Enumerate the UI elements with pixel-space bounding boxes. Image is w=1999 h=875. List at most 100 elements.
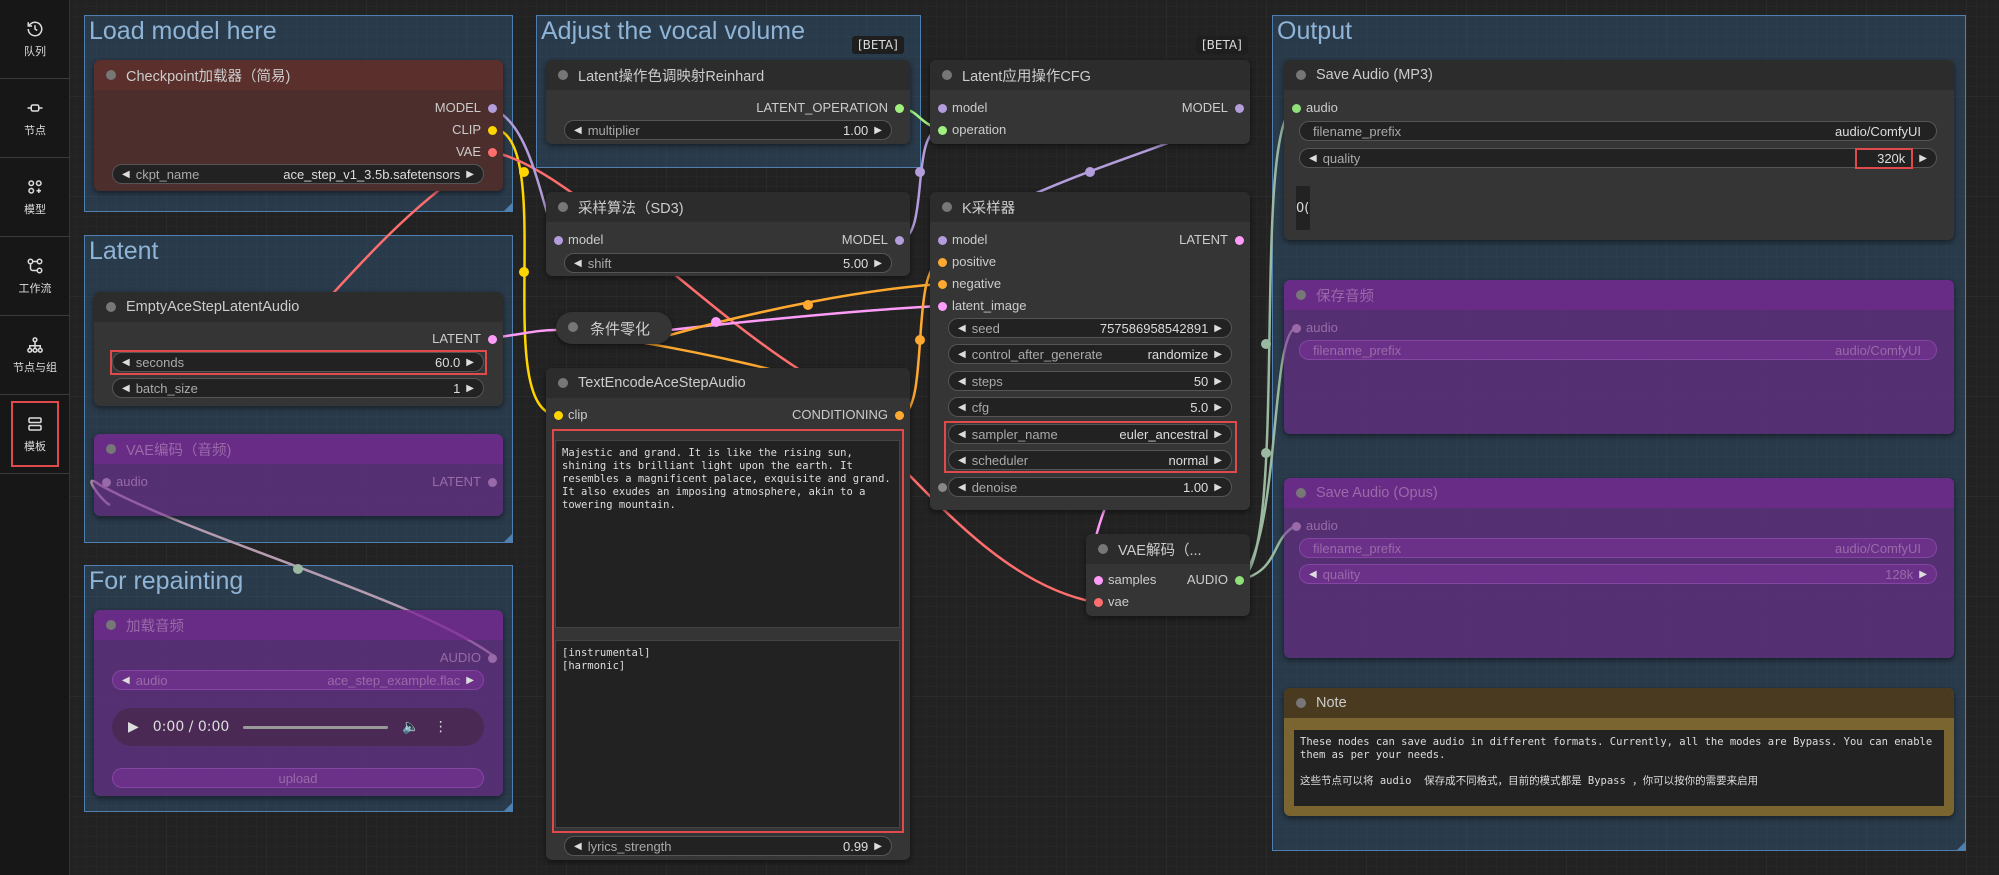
seed-input[interactable]: ◀ seed 757586958542891 ▶ — [948, 318, 1232, 338]
node-vae-encode-audio[interactable]: VAE编码（音频) audio LATENT — [94, 434, 503, 516]
node-title[interactable]: VAE编码（音频) — [94, 434, 503, 464]
sidebar-item-node-library[interactable]: 节点与组 — [0, 316, 70, 395]
sidebar-item-queue[interactable]: 队列 — [0, 0, 70, 79]
output-audio-socket[interactable] — [1235, 576, 1244, 585]
input-samples-socket[interactable] — [1094, 576, 1103, 585]
arrow-left-icon[interactable]: ◀ — [958, 429, 966, 440]
node-title[interactable]: 采样算法（SD3) — [546, 192, 910, 222]
multiplier-input[interactable]: ◀ multiplier 1.00 ▶ — [564, 120, 892, 140]
input-audio-socket[interactable] — [1292, 324, 1301, 333]
arrow-right-icon[interactable]: ▶ — [466, 169, 474, 180]
audio-preview[interactable]: 0( — [1296, 186, 1310, 230]
input-model-socket[interactable] — [554, 236, 563, 245]
arrow-right-icon[interactable]: ▶ — [1214, 429, 1222, 440]
node-checkpoint-loader[interactable]: Checkpoint加载器（简易) MODEL CLIP VAE ◀ ckpt_n… — [94, 60, 503, 191]
output-conditioning-socket[interactable] — [895, 411, 904, 420]
output-latent-op-socket[interactable] — [895, 104, 904, 113]
node-save-audio-mp3[interactable]: Save Audio (MP3) audio filename_prefix au… — [1284, 60, 1954, 240]
node-conditioning-zero-out[interactable]: 条件零化 — [556, 312, 672, 344]
arrow-right-icon[interactable]: ▶ — [874, 258, 882, 269]
upload-button[interactable]: upload — [112, 768, 484, 788]
arrow-left-icon[interactable]: ◀ — [574, 841, 582, 852]
shift-input[interactable]: ◀ shift 5.00 ▶ — [564, 253, 892, 273]
input-clip-socket[interactable] — [554, 411, 563, 420]
audio-progress-bar[interactable] — [243, 725, 389, 729]
resize-handle[interactable] — [504, 803, 512, 811]
input-positive-socket[interactable] — [938, 258, 947, 267]
arrow-left-icon[interactable]: ◀ — [122, 383, 130, 394]
output-clip-socket[interactable] — [488, 126, 497, 135]
output-latent-socket[interactable] — [488, 478, 497, 487]
control-after-generate-combo[interactable]: ◀ control_after_generate randomize ▶ — [948, 344, 1232, 364]
arrow-left-icon[interactable]: ◀ — [122, 169, 130, 180]
more-options-icon[interactable]: ⋮ — [434, 719, 448, 735]
arrow-right-icon[interactable]: ▶ — [466, 383, 474, 394]
arrow-left-icon[interactable]: ◀ — [122, 357, 130, 368]
resize-handle[interactable] — [1957, 842, 1965, 850]
output-audio-socket[interactable] — [488, 654, 497, 663]
lyrics-textarea[interactable]: [instrumental] [harmonic] — [555, 640, 900, 828]
arrow-right-icon[interactable]: ▶ — [1214, 402, 1222, 413]
arrow-left-icon[interactable]: ◀ — [958, 349, 966, 360]
node-title[interactable]: 加载音频 — [94, 610, 503, 640]
scheduler-combo[interactable]: ◀ scheduler normal ▶ — [948, 450, 1232, 470]
arrow-right-icon[interactable]: ▶ — [466, 357, 474, 368]
output-model-socket[interactable] — [895, 236, 904, 245]
input-model-socket[interactable] — [938, 236, 947, 245]
node-latent-op-reinhard[interactable]: Latent操作色调映射Reinhard LATENT_OPERATION ◀ m… — [546, 60, 910, 144]
group-title[interactable]: Latent — [85, 236, 512, 267]
arrow-left-icon[interactable]: ◀ — [1309, 153, 1317, 164]
sidebar-item-templates[interactable]: 模板 — [0, 395, 70, 474]
group-title[interactable]: Output — [1273, 16, 1965, 47]
node-title[interactable]: Note — [1284, 688, 1954, 718]
audio-file-combo[interactable]: ◀ audio ace_step_example.flac ▶ — [112, 670, 484, 690]
ckpt-name-combo[interactable]: ◀ ckpt_name ace_step_v1_3.5b.safetensors ▶ — [112, 164, 484, 184]
node-title[interactable]: TextEncodeAceStepAudio — [546, 368, 910, 398]
node-title[interactable]: 保存音频 — [1284, 280, 1954, 310]
volume-icon[interactable]: 🔈 — [402, 719, 419, 735]
arrow-left-icon[interactable]: ◀ — [574, 258, 582, 269]
cfg-input[interactable]: ◀ cfg 5.0 ▶ — [948, 397, 1232, 417]
output-model-socket[interactable] — [488, 104, 497, 113]
node-title[interactable]: VAE解码（... — [1086, 534, 1250, 564]
seconds-input[interactable]: ◀ seconds 60.0 ▶ — [112, 352, 484, 372]
arrow-right-icon[interactable]: ▶ — [1214, 323, 1222, 334]
filename-prefix-input[interactable]: filename_prefix audio/ComfyUI — [1299, 340, 1937, 360]
audio-player[interactable]: ▶ 0:00 / 0:00 🔈 ⋮ — [112, 708, 484, 746]
arrow-left-icon[interactable]: ◀ — [958, 323, 966, 334]
tags-textarea[interactable]: Majestic and grand. It is like the risin… — [555, 440, 900, 628]
node-load-audio[interactable]: 加载音频 AUDIO ◀ audio ace_step_example.flac ▶ … — [94, 610, 503, 796]
node-title[interactable]: Latent应用操作CFG — [930, 60, 1250, 90]
output-vae-socket[interactable] — [488, 148, 497, 157]
arrow-right-icon[interactable]: ▶ — [1919, 153, 1927, 164]
quality-combo[interactable]: ◀ quality 128k ▶ — [1299, 564, 1937, 584]
node-save-audio-flac[interactable]: 保存音频 audio filename_prefix audio/ComfyUI — [1284, 280, 1954, 434]
input-denoise-socket[interactable] — [938, 483, 947, 492]
arrow-left-icon[interactable]: ◀ — [958, 482, 966, 493]
arrow-right-icon[interactable]: ▶ — [1919, 569, 1927, 580]
output-latent-socket[interactable] — [1235, 236, 1244, 245]
quality-combo[interactable]: ◀ quality 320k ▶ — [1299, 148, 1937, 168]
arrow-right-icon[interactable]: ▶ — [1214, 376, 1222, 387]
group-title[interactable]: For repainting — [85, 566, 512, 597]
output-model-socket[interactable] — [1235, 104, 1244, 113]
group-title[interactable]: Load model here — [85, 16, 512, 47]
play-icon[interactable]: ▶ — [128, 719, 139, 735]
node-text-encode-ace-step[interactable]: TextEncodeAceStepAudio clip CONDITIONING… — [546, 368, 910, 860]
node-empty-ace-step-latent[interactable]: EmptyAceStepLatentAudio LATENT ◀ seconds 6… — [94, 292, 503, 406]
sidebar-item-models[interactable]: 模型 — [0, 158, 70, 237]
lyrics-strength-input[interactable]: ◀ lyrics_strength 0.99 ▶ — [564, 836, 892, 856]
node-sampling-sd3[interactable]: 采样算法（SD3) model MODEL ◀ shift 5.00 ▶ — [546, 192, 910, 276]
node-vae-decode-audio[interactable]: VAE解码（... samples vae AUDIO — [1086, 534, 1250, 616]
node-ksampler[interactable]: K采样器 model positive negative latent_imag… — [930, 192, 1250, 510]
node-note[interactable]: Note These nodes can save audio in diffe… — [1284, 688, 1954, 816]
arrow-right-icon[interactable]: ▶ — [466, 675, 474, 686]
node-title[interactable]: Checkpoint加载器（简易) — [94, 60, 503, 90]
input-audio-socket[interactable] — [102, 478, 111, 487]
sidebar-item-workflows[interactable]: 工作流 — [0, 237, 70, 316]
node-latent-apply-cfg[interactable]: Latent应用操作CFG model operation MODEL — [930, 60, 1250, 144]
input-negative-socket[interactable] — [938, 280, 947, 289]
node-title[interactable]: EmptyAceStepLatentAudio — [94, 292, 503, 322]
arrow-right-icon[interactable]: ▶ — [1214, 349, 1222, 360]
sidebar-item-nodes[interactable]: 节点 — [0, 79, 70, 158]
